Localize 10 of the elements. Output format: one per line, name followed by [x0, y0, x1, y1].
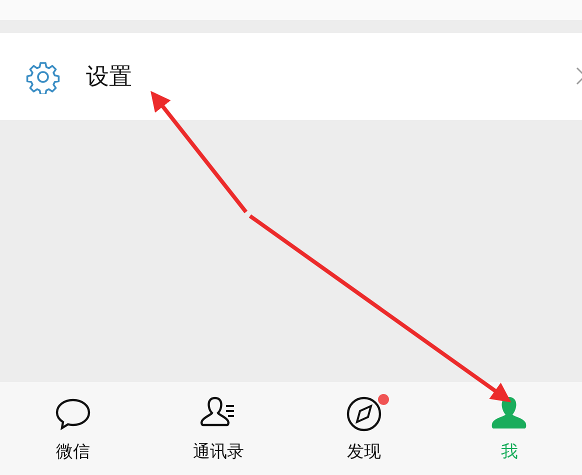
tab-label: 发现 — [346, 441, 381, 463]
tab[interactable]: 发现 — [291, 394, 436, 463]
tab-label: 通讯录 — [192, 441, 244, 463]
settings-label: 设置 — [86, 63, 132, 92]
settings-icon — [26, 60, 60, 94]
tab-label: 微信 — [56, 441, 90, 463]
tab-label: 我 — [500, 441, 518, 463]
settings-row[interactable]: 设置 — [0, 33, 582, 120]
tab[interactable]: 微信 — [0, 394, 146, 463]
tab[interactable]: 通讯录 — [146, 394, 291, 463]
